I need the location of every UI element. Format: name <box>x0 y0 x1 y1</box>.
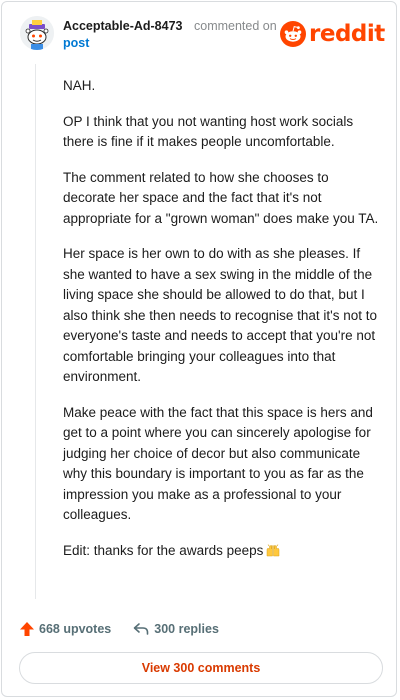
reddit-wordmark: reddit <box>309 21 385 47</box>
upvote-arrow-icon <box>20 622 34 636</box>
comment-header: Acceptable-Ad-8473 commented on post red… <box>2 2 398 62</box>
reddit-snoo-icon <box>280 21 306 47</box>
thread-line[interactable] <box>35 64 36 599</box>
reply-arrow-icon <box>133 623 149 635</box>
raising-hands-emoji <box>267 543 280 556</box>
snoo-avatar-icon <box>20 16 54 50</box>
comment-paragraph: Her space is her own to do with as she p… <box>63 246 378 384</box>
upvote-count: 668 upvotes <box>39 622 112 636</box>
username[interactable]: Acceptable-Ad-8473 <box>63 19 183 33</box>
avatar[interactable] <box>20 16 54 50</box>
comment-card: Acceptable-Ad-8473 commented on post red… <box>1 1 397 697</box>
replies-button[interactable]: 300 replies <box>133 621 219 637</box>
comment-paragraph: The comment related to how she chooses t… <box>63 169 379 226</box>
comment-paragraph: OP I think that you not wanting host wor… <box>63 113 354 150</box>
upvote-button[interactable]: 668 upvotes <box>19 621 111 637</box>
comment-body: NAH. OP I think that you not wanting hos… <box>63 76 383 576</box>
comment-edit-line: Edit: thanks for the awards peeps <box>63 541 383 562</box>
comment-paragraph: NAH. <box>63 78 96 93</box>
commented-on-label: commented on <box>194 19 277 33</box>
comment-actions: 668 upvotes 300 replies <box>19 618 219 640</box>
comment-edit-text: Edit: thanks for the awards peeps <box>63 542 264 558</box>
post-link[interactable]: post <box>63 36 89 50</box>
reddit-logo[interactable]: reddit <box>280 20 385 48</box>
comment-paragraph: Make peace with the fact that this space… <box>63 404 373 523</box>
view-comments-button[interactable]: View 300 comments <box>19 652 383 684</box>
reply-count: 300 replies <box>154 622 219 636</box>
